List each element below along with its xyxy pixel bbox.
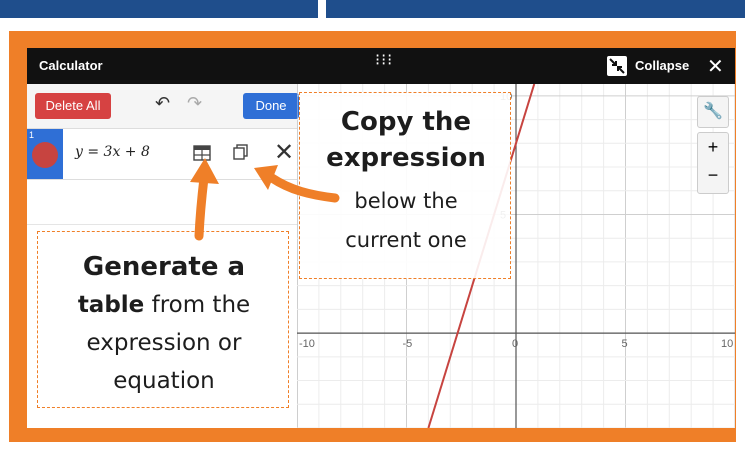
table-callout-line1: Generate a <box>82 252 246 282</box>
banner-bar-right <box>326 0 745 18</box>
expression-toolbar: Delete All ↶ ↷ Done <box>27 84 299 129</box>
collapse-button[interactable]: Collapse <box>635 58 689 73</box>
copy-callout-line3: below the <box>354 189 458 213</box>
x-tick-label: -10 <box>299 338 315 350</box>
table-callout: Generate a table from the expression or … <box>37 231 289 408</box>
x-tick-label: -5 <box>403 338 413 350</box>
color-swatch-icon[interactable] <box>32 142 58 168</box>
zoom-in-button[interactable]: + <box>698 137 728 158</box>
window-title: Calculator <box>39 58 103 73</box>
collapse-icon[interactable] <box>607 56 627 76</box>
done-button[interactable]: Done <box>243 93 299 119</box>
redo-icon[interactable]: ↷ <box>187 93 202 114</box>
table-callout-rest: from the <box>144 292 251 318</box>
expression-row[interactable]: 1 y = 3x + 8 ✕ <box>27 129 297 180</box>
grid-dots-icon[interactable]: ⁝⁝⁝ <box>375 53 393 69</box>
undo-icon[interactable]: ↶ <box>155 93 170 114</box>
window-titlebar: Calculator ⁝⁝⁝ Collapse ✕ <box>27 48 735 84</box>
duplicate-icon[interactable] <box>232 143 250 166</box>
delete-all-button[interactable]: Delete All <box>35 93 111 119</box>
table-callout-line2: table from the <box>38 292 290 318</box>
copy-callout: Copy the expression below the current on… <box>299 92 511 279</box>
copy-callout-line4: current one <box>345 228 467 252</box>
header-banner <box>0 0 745 20</box>
x-tick-label: 0 <box>512 338 518 350</box>
x-tick-label: 5 <box>622 338 628 350</box>
empty-expression-row[interactable] <box>27 180 297 225</box>
banner-bar-left <box>0 0 318 18</box>
zoom-controls: + − <box>697 132 729 194</box>
expression-tab[interactable]: 1 <box>27 129 63 179</box>
copy-callout-line2: expression <box>326 143 486 173</box>
table-callout-line3: expression or <box>86 330 242 356</box>
delete-expression-icon[interactable]: ✕ <box>274 138 294 167</box>
close-icon[interactable]: ✕ <box>707 54 724 79</box>
x-tick-label: 10 <box>721 338 733 350</box>
table-callout-bold: table <box>77 292 145 318</box>
table-icon[interactable] <box>193 145 211 166</box>
expression-input[interactable]: y = 3x + 8 <box>75 144 150 160</box>
copy-callout-line1: Copy the <box>340 107 472 137</box>
wrench-icon[interactable]: 🔧 <box>697 96 729 128</box>
expression-index: 1 <box>29 130 35 140</box>
zoom-out-button[interactable]: − <box>698 165 728 186</box>
table-callout-line4: equation <box>113 368 215 394</box>
